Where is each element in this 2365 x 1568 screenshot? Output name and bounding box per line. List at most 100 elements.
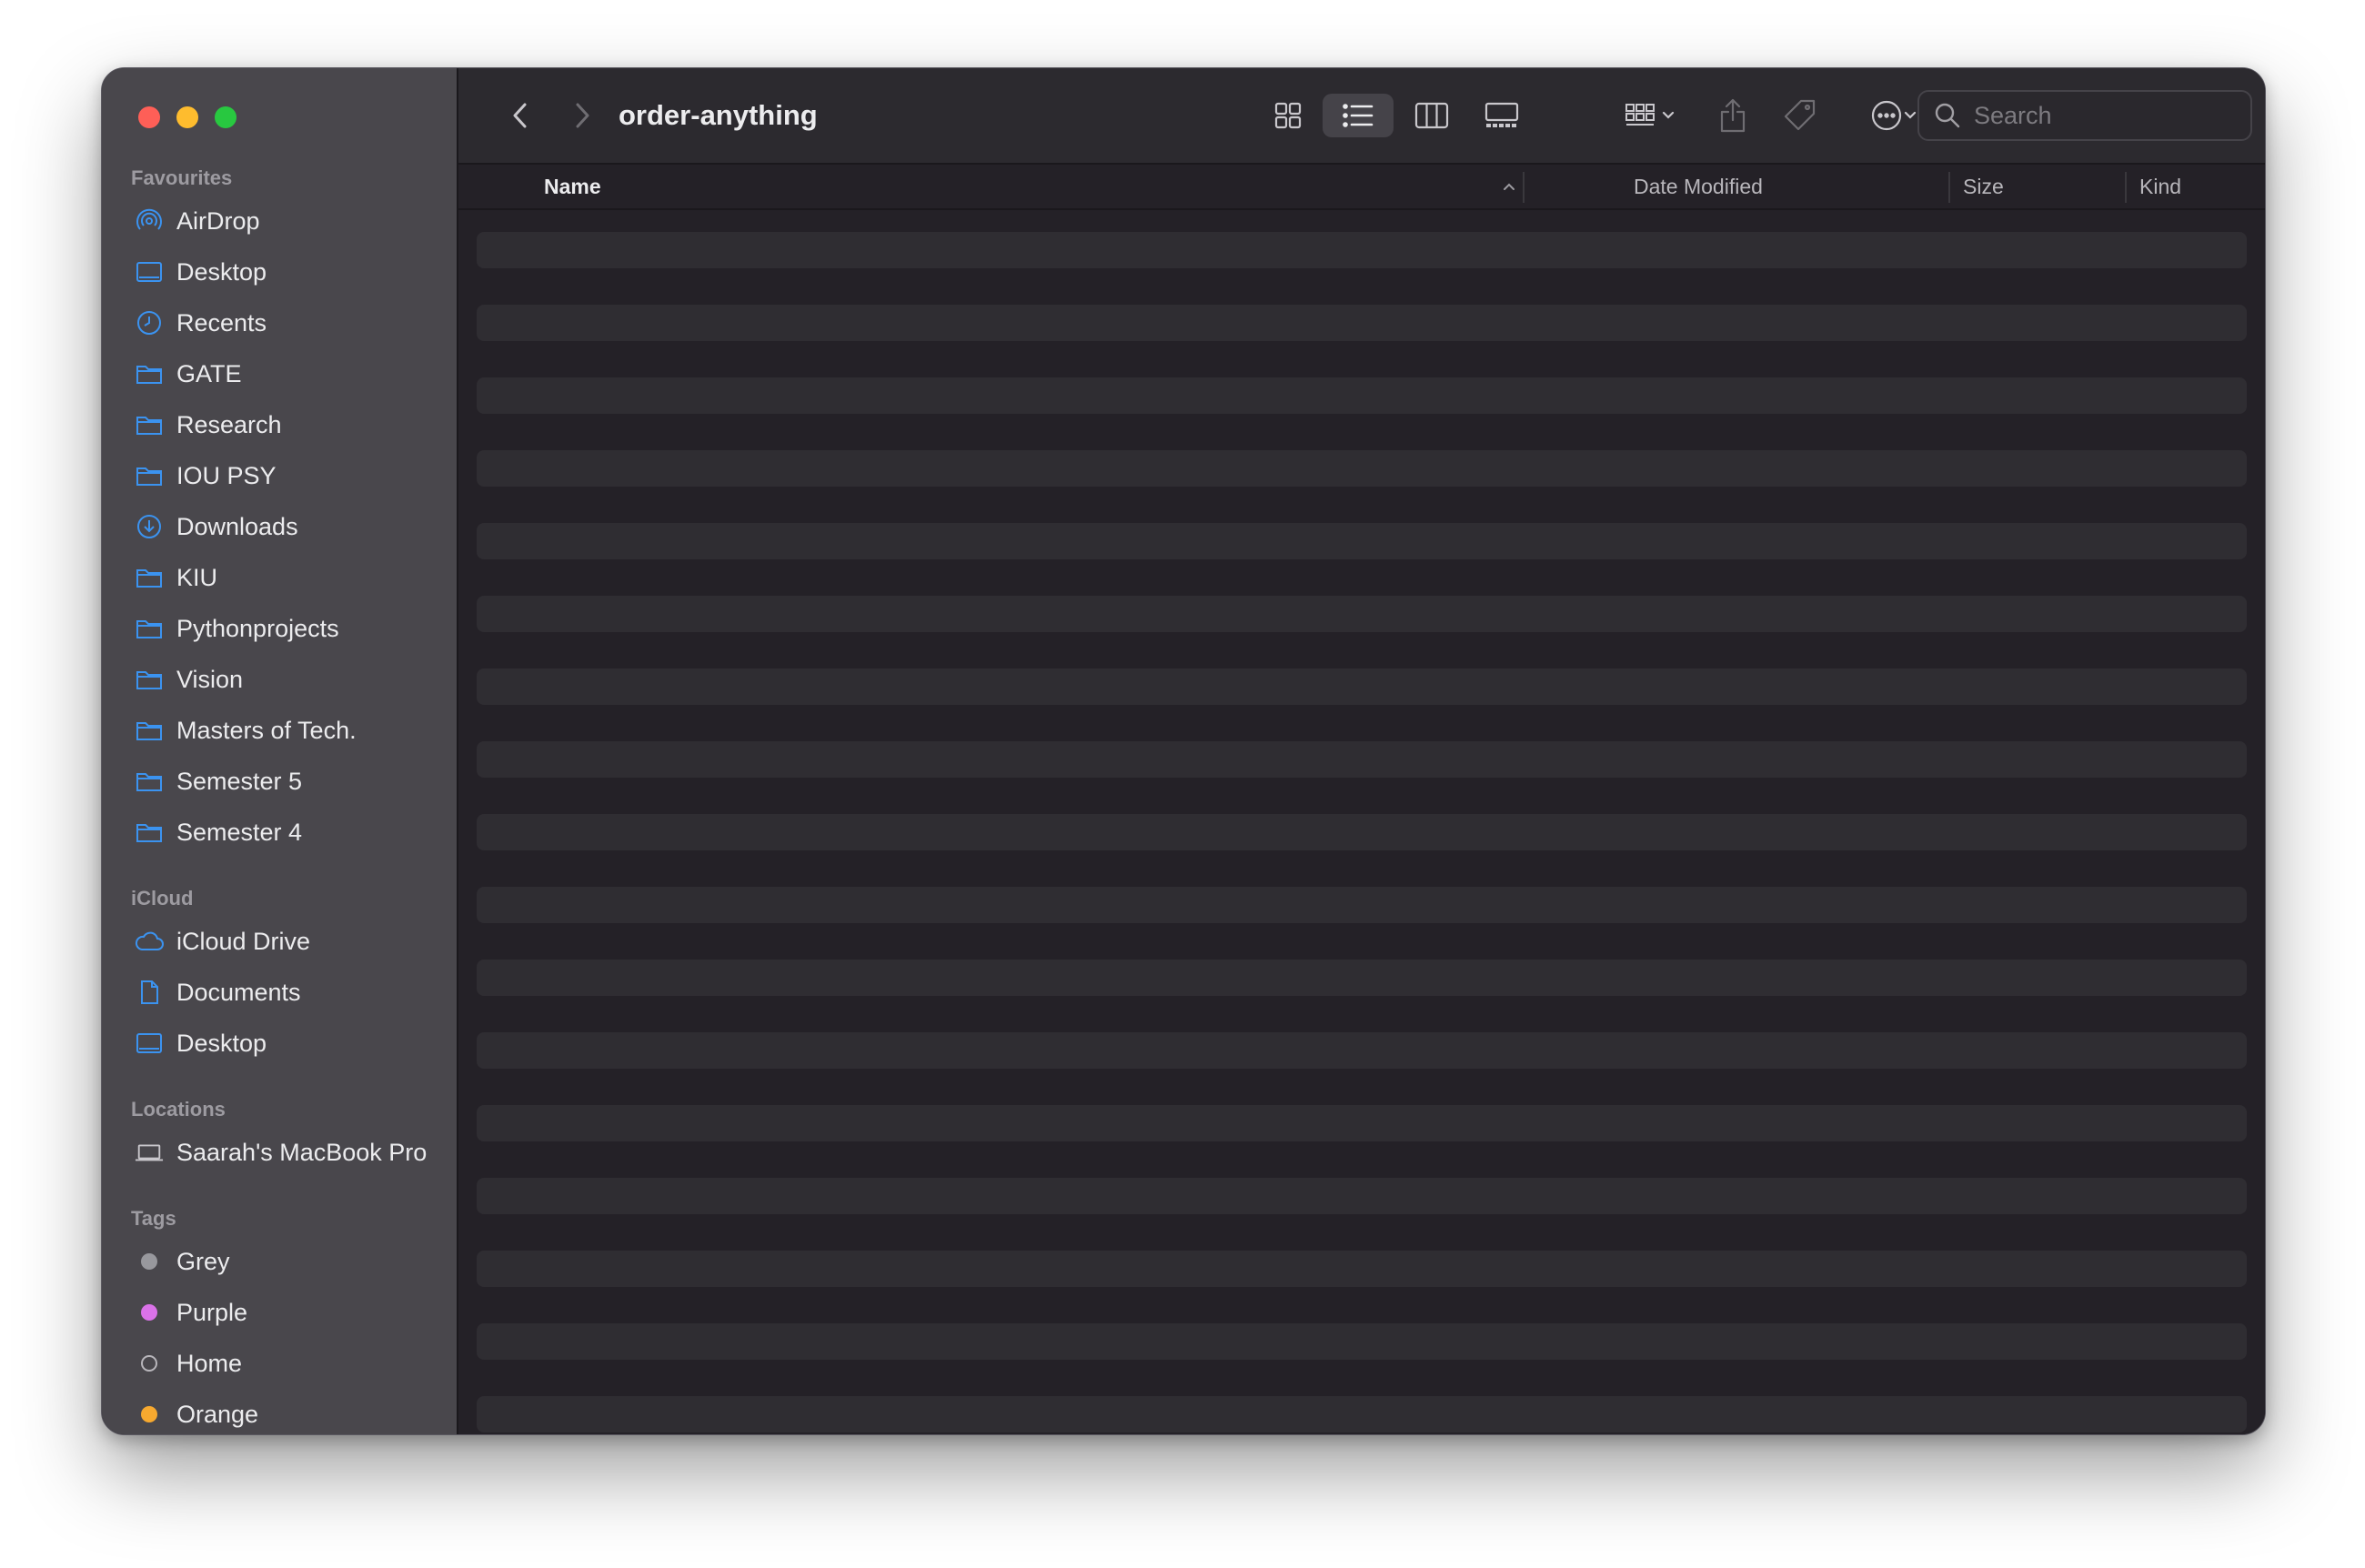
- column-view-button[interactable]: [1404, 94, 1459, 137]
- group-by-button[interactable]: [1614, 94, 1686, 137]
- clock-icon: [135, 308, 164, 337]
- sidebar-section-favourites: Favourites AirDrop Desktop Recents GATE …: [102, 161, 457, 858]
- sidebar-item-iou-psy[interactable]: IOU PSY: [102, 450, 457, 501]
- chevron-down-icon: [1904, 111, 1917, 119]
- date-modified-column-header[interactable]: Date Modified: [1634, 165, 1763, 208]
- sidebar-item-label: Grey: [176, 1247, 230, 1275]
- sidebar-item-label: AirDrop: [176, 206, 260, 235]
- empty-row-stripe: [477, 523, 2247, 559]
- file-list[interactable]: [477, 232, 2247, 1434]
- document-icon: [135, 978, 164, 1007]
- share-button[interactable]: [1710, 94, 1756, 137]
- column-divider[interactable]: [1523, 172, 1525, 203]
- sidebar-section-icloud: iCloud iCloud Drive Documents Desktop: [102, 881, 457, 1069]
- sidebar-section-locations: Locations Saarah's MacBook Pro: [102, 1092, 457, 1178]
- icon-view-button[interactable]: [1261, 94, 1315, 137]
- sidebar-item-airdrop[interactable]: AirDrop: [102, 196, 457, 246]
- gallery-view-button[interactable]: [1470, 94, 1534, 137]
- size-column-header[interactable]: Size: [1963, 165, 2004, 208]
- back-button[interactable]: [502, 97, 538, 134]
- sidebar-item-kiu[interactable]: KIU: [102, 552, 457, 603]
- column-header: Name Date Modified Size Kind: [458, 165, 2265, 210]
- sidebar-item-tag-orange[interactable]: Orange: [102, 1389, 457, 1434]
- sidebar-item-desktop[interactable]: Desktop: [102, 246, 457, 297]
- sidebar-item-masters-of-tech[interactable]: Masters of Tech.: [102, 705, 457, 756]
- grid-icon: [1274, 102, 1302, 129]
- main-content: order-anything Search Name Date Modified…: [458, 68, 2265, 1434]
- columns-icon: [1414, 102, 1449, 129]
- desktop-icon: [135, 1029, 164, 1058]
- forward-button[interactable]: [564, 97, 600, 134]
- sidebar-item-tag-purple[interactable]: Purple: [102, 1287, 457, 1338]
- sidebar-item-label: Home: [176, 1349, 243, 1377]
- sidebar-item-pythonprojects[interactable]: Pythonprojects: [102, 603, 457, 654]
- close-button[interactable]: [138, 106, 160, 128]
- search-input[interactable]: [1972, 100, 2221, 131]
- tag-ring-icon: [135, 1349, 164, 1378]
- sidebar-item-tag-grey[interactable]: Grey: [102, 1236, 457, 1287]
- name-column-header[interactable]: Name: [544, 165, 601, 208]
- empty-row-stripe: [477, 596, 2247, 632]
- column-divider[interactable]: [2125, 172, 2127, 203]
- tag-dot-icon: [135, 1298, 164, 1327]
- download-icon: [135, 512, 164, 541]
- sidebar-item-label: Documents: [176, 978, 301, 1006]
- sidebar-item-vision[interactable]: Vision: [102, 654, 457, 705]
- sidebar-item-research[interactable]: Research: [102, 399, 457, 450]
- group-icon: [1625, 104, 1655, 126]
- kind-column-header[interactable]: Kind: [2139, 165, 2181, 208]
- sidebar-item-semester-4[interactable]: Semester 4: [102, 807, 457, 858]
- list-view-button[interactable]: [1323, 94, 1394, 137]
- sidebar-item-gate[interactable]: GATE: [102, 348, 457, 399]
- toolbar: order-anything: [458, 68, 2265, 165]
- empty-row-stripe: [477, 232, 2247, 268]
- tag-dot-icon: [135, 1247, 164, 1276]
- sort-ascending-icon[interactable]: [1501, 165, 1517, 208]
- minimize-button[interactable]: [176, 106, 198, 128]
- chevron-left-icon: [513, 103, 527, 128]
- column-divider[interactable]: [1948, 172, 1950, 203]
- empty-row-stripe: [477, 450, 2247, 487]
- folder-icon: [135, 818, 164, 847]
- laptop-icon: [135, 1138, 164, 1167]
- list-icon: [1343, 104, 1374, 127]
- airdrop-icon: [135, 206, 164, 236]
- sidebar-section-title: iCloud: [131, 887, 194, 910]
- sidebar-item-icloud-drive[interactable]: iCloud Drive: [102, 916, 457, 967]
- empty-row-stripe: [477, 1251, 2247, 1287]
- share-icon: [1720, 98, 1746, 133]
- sidebar-section-title: Favourites: [131, 166, 233, 189]
- sidebar-item-label: Vision: [176, 665, 244, 693]
- tag-dot-icon: [135, 1400, 164, 1429]
- sidebar-item-label: GATE: [176, 359, 242, 387]
- sidebar-item-label: Orange: [176, 1400, 259, 1428]
- sidebar-item-icloud-desktop[interactable]: Desktop: [102, 1018, 457, 1069]
- sidebar-item-label: iCloud Drive: [176, 927, 311, 955]
- sidebar-item-label: Downloads: [176, 512, 298, 540]
- sidebar-item-label: Semester 4: [176, 818, 303, 846]
- sidebar-item-downloads[interactable]: Downloads: [102, 501, 457, 552]
- sidebar-item-label: Pythonprojects: [176, 614, 339, 642]
- zoom-button[interactable]: [215, 106, 236, 128]
- sidebar-item-recents[interactable]: Recents: [102, 297, 457, 348]
- sidebar-item-label: Desktop: [176, 1029, 267, 1057]
- tag-button[interactable]: [1777, 94, 1823, 137]
- folder-icon: [135, 614, 164, 643]
- sidebar-item-documents[interactable]: Documents: [102, 967, 457, 1018]
- empty-row-stripe: [477, 377, 2247, 414]
- folder-icon: [135, 461, 164, 490]
- sidebar-item-label: Semester 5: [176, 767, 303, 795]
- sidebar-item-tag-home[interactable]: Home: [102, 1338, 457, 1389]
- empty-row-stripe: [477, 1323, 2247, 1360]
- folder-icon: [135, 359, 164, 388]
- empty-row-stripe: [477, 741, 2247, 778]
- empty-row-stripe: [477, 887, 2247, 923]
- sidebar-item-label: Desktop: [176, 257, 267, 286]
- empty-row-stripe: [477, 960, 2247, 996]
- sidebar-item-semester-5[interactable]: Semester 5: [102, 756, 457, 807]
- sidebar-item-macbook-pro[interactable]: Saarah's MacBook Pro: [102, 1127, 457, 1178]
- folder-icon: [135, 767, 164, 796]
- sidebar-item-label: KIU: [176, 563, 218, 591]
- sidebar-item-label: Purple: [176, 1298, 248, 1326]
- search-field[interactable]: [1917, 90, 2252, 141]
